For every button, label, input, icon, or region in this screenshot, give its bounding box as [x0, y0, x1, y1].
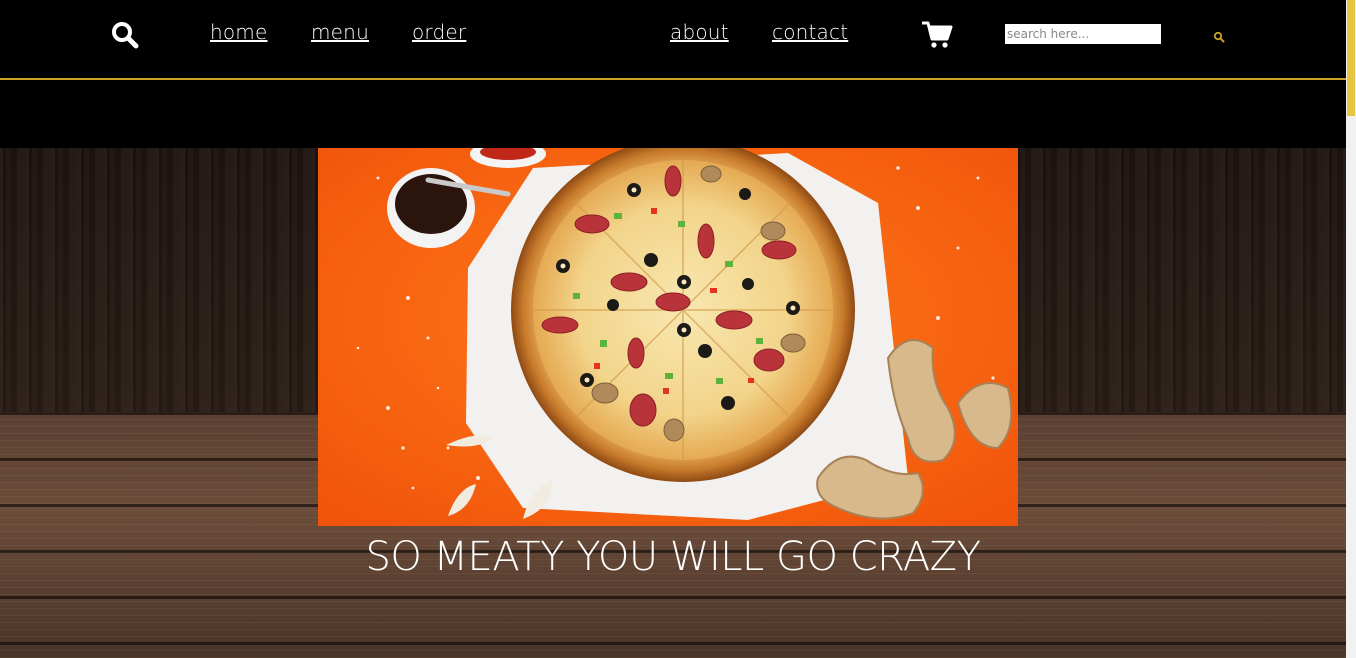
search-icon[interactable]	[110, 20, 140, 50]
search-submit-icon[interactable]	[1213, 28, 1225, 43]
scrollbar-thumb[interactable]	[1347, 0, 1355, 116]
site-header: home menu order about contact	[0, 0, 1346, 80]
nav-contact-link[interactable]: contact	[772, 20, 848, 44]
nav-about-link[interactable]: about	[670, 20, 729, 44]
nav-menu-link[interactable]: menu	[311, 20, 369, 44]
nav-order-link[interactable]: order	[412, 20, 466, 44]
search-input[interactable]	[1005, 24, 1161, 44]
cart-icon[interactable]	[921, 20, 953, 50]
hero-tagline: SO MEATY YOU WILL GO CRAZY	[365, 534, 981, 580]
nav-home-link[interactable]: home	[210, 20, 268, 44]
hero-section: SO MEATY YOU WILL GO CRAZY	[0, 148, 1346, 658]
pizza-photo	[318, 148, 1018, 526]
page-scrollbar[interactable]	[1346, 0, 1356, 658]
